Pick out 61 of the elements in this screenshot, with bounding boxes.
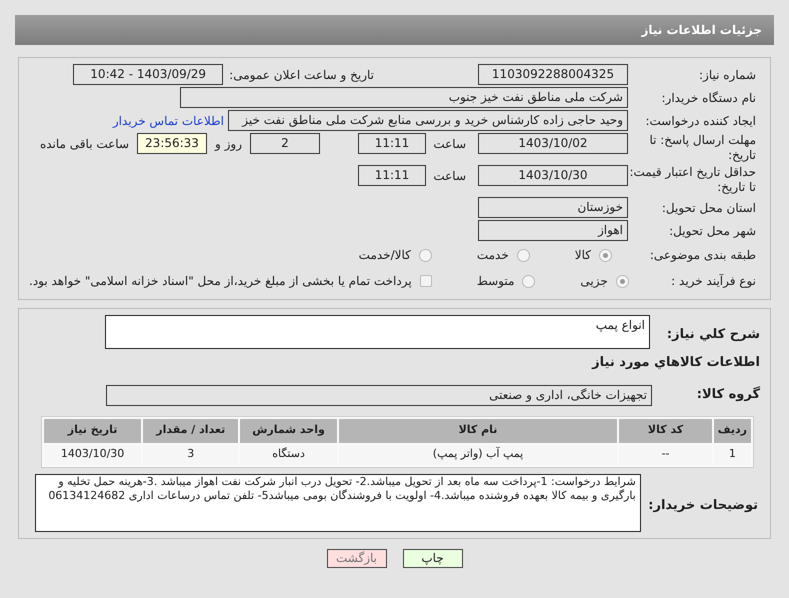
checkbox[interactable] (420, 275, 432, 287)
creator-field[interactable]: وحید حاجی زاده کارشناس خرید و بررسی منابع شرکت ملی مناطق نفت خیز (228, 110, 628, 131)
table-cell: 3 (143, 444, 238, 464)
field-label: مهلت ارسال پاسخ: تا تاریخ: (648, 133, 756, 163)
print-button[interactable]: چاپ (402, 548, 462, 568)
table-cell: 1403/10/30 (44, 444, 142, 464)
column-header: کد کالا (619, 418, 712, 442)
radio-label: کالا (574, 247, 591, 264)
back-button[interactable]: بازگشت (326, 548, 386, 568)
description-box[interactable]: انواع پمپ (105, 315, 650, 349)
announce-date-field[interactable]: 1403/09/29 - 10:42 (73, 64, 224, 85)
table-cell: 1 (714, 444, 751, 464)
field-label: شهر محل تحویل: (668, 222, 756, 240)
radio-label: متوسط (476, 273, 514, 290)
column-header: واحد شمارش (240, 418, 337, 442)
radio-button[interactable] (599, 248, 612, 262)
field-label: روز و (215, 136, 242, 153)
city-field[interactable]: اهواز (478, 220, 628, 241)
radio-label: کالا/خدمت (358, 247, 411, 264)
remaining-time-field[interactable]: 23:56:33 (137, 133, 207, 154)
radio-button[interactable] (522, 274, 536, 288)
column-header: نام کالا (338, 418, 618, 442)
field-label: نوع فرآیند خرید : (670, 273, 756, 290)
radio-button[interactable] (616, 274, 629, 288)
table-cell: دستگاه (240, 444, 337, 464)
radio-label: خدمت (476, 247, 509, 264)
checkbox-label: پرداخت تمام یا بخشی از مبلغ خرید،از محل "اسناد خزانه اسلامی" خواهد بود. (29, 273, 412, 290)
field-label: ساعت (436, 168, 466, 185)
field-label: نام دستگاه خریدار: (660, 90, 756, 106)
field-label: شماره نیاز: (698, 66, 756, 84)
need-number-field[interactable]: 1103092288004325 (478, 64, 628, 85)
field-label: ایجاد کننده درخواست: (644, 112, 756, 130)
radio-label: جزیی (580, 273, 608, 290)
field-label: گروه کالا: (696, 385, 760, 404)
field-label: حداقل تاریخ اعتبار قیمت: تا تاریخ: (628, 165, 756, 195)
radio-button[interactable] (418, 248, 432, 262)
table-cell: -- (619, 444, 712, 464)
days-field[interactable]: 2 (250, 133, 320, 154)
radio-button[interactable] (516, 248, 530, 262)
deadline-date-field[interactable]: 1403/10/02 (478, 133, 628, 154)
buyer-notes-box[interactable]: شرایط درخواست: 1-پرداخت سه ماه بعد از تحویل میباشد.2- تحویل درب انبار شرکت نفت اهواز میباشد .3-هرینه حمل تخلیه و بارگیری و بیمه کالا بعهده فروشنده میباشد.4- اولویت با فروشندگان بومی میباشد5- تلفن تماس درساعات اداری 06134124682 (35, 474, 641, 532)
page-title: جزئیات اطلاعات نیاز (641, 22, 762, 39)
field-label: شرح کلي نياز: (666, 326, 760, 344)
buyer-contact-link[interactable]: اطلاعات تماس خریدار (112, 112, 224, 130)
goods-group-field[interactable]: تجهیزات خانگی، اداری و صنعتی (106, 384, 652, 406)
column-header: ردیف (714, 418, 751, 442)
buyer-field[interactable]: شرکت ملی مناطق نفت خیز جنوب (180, 87, 628, 108)
validity-time-field[interactable]: 11:11 (358, 165, 426, 186)
column-header: تاریخ نیاز (44, 418, 142, 442)
section-heading: اطلاعات کالاهاي مورد نياز (590, 354, 760, 372)
field-label: ساعت (436, 136, 466, 153)
deadline-time-field[interactable]: 11:11 (358, 133, 426, 154)
field-label: استان محل تحویل: (660, 200, 756, 216)
column-header: تعداد / مقدار (143, 418, 238, 442)
table-cell: پمپ آب (واتر پمپ) (338, 444, 618, 464)
field-label: تاریخ و ساعت اعلان عمومی: (229, 66, 374, 84)
validity-date-field[interactable]: 1403/10/30 (478, 165, 628, 186)
field-label: طبقه بندی موضوعی: (648, 247, 756, 264)
field-label: توضیحات خریدار: (647, 496, 758, 514)
province-field[interactable]: خوزستان (478, 197, 628, 218)
field-label: ساعت باقی مانده (40, 136, 129, 153)
